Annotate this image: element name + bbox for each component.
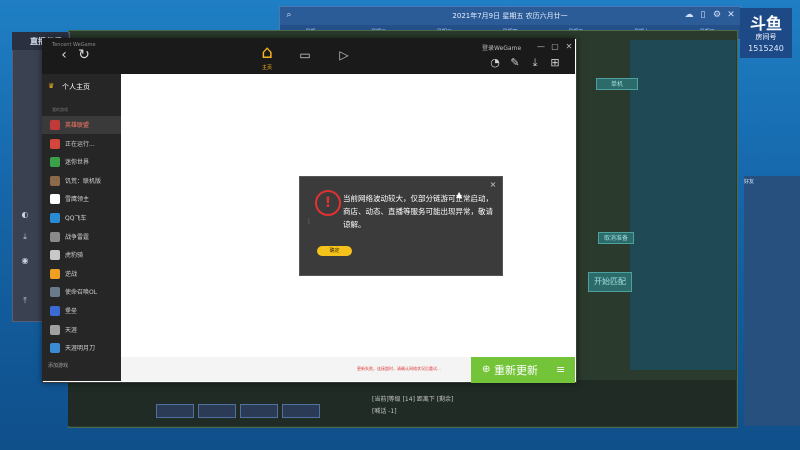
dialog-close-icon[interactable]: × [488, 180, 498, 189]
sidebar-game-item[interactable]: 正在运行... [42, 135, 121, 153]
weather-icon[interactable]: ☁ [684, 10, 694, 20]
crown-icon: ♛ [48, 82, 55, 90]
update-button-label: 重新更新 [494, 364, 538, 377]
sidebar-game-label: 正在运行... [65, 140, 95, 148]
gift-icon[interactable]: ⊞ [548, 56, 562, 69]
game-bottom-bar [68, 380, 736, 426]
game-bottom-button[interactable] [198, 404, 236, 418]
refresh-icon: ⊕ [482, 364, 491, 375]
game-icon [50, 157, 60, 168]
phone-icon[interactable]: ▯ [698, 10, 708, 20]
game-icon [50, 213, 60, 223]
settings-icon[interactable]: ⚙ [712, 10, 722, 20]
video-icon[interactable]: ▷ [335, 48, 353, 62]
sidebar-game-item[interactable]: QQ飞车 [42, 209, 121, 227]
sidebar-game-label: 天涯 [65, 326, 78, 334]
sidebar-game-item[interactable]: 虎豹骑 [42, 246, 121, 264]
back-icon[interactable]: ‹ [54, 48, 74, 62]
friends-tab[interactable]: 好友 [744, 178, 764, 186]
start-match-button[interactable]: 开始匹配 [588, 272, 632, 292]
home-tab-label[interactable]: 主页 [254, 64, 280, 71]
sidebar-game-item[interactable]: 堡垒 [42, 302, 121, 320]
cancel-ready-button[interactable]: 取消准备 [598, 232, 634, 244]
game-icon [50, 324, 60, 335]
sidebar-game-label: 雪鹰领主 [65, 196, 90, 204]
sidebar-game-item[interactable]: 战争雷霆 [42, 228, 121, 246]
upload-icon[interactable]: ⤒ [20, 296, 30, 306]
dialog-ok-button[interactable]: 确定 [317, 246, 352, 256]
dialog-message: 当前网络波动较大，仅部分链游可正常启动，商店、动态、直播等服务可能出现异常，敬请… [343, 194, 493, 229]
download-icon[interactable]: ⤓ [20, 232, 30, 242]
sidebar-game-label: 英雄联盟 [65, 122, 90, 129]
game-icon [50, 343, 60, 354]
game-icon [50, 194, 60, 205]
sidebar-game-item[interactable]: 迷你世界 [42, 153, 121, 171]
stream-logo: 斗鱼 [749, 14, 782, 33]
game-side-panel [630, 40, 736, 370]
close-icon[interactable]: ✕ [564, 42, 574, 51]
room-id: 1515240 [748, 44, 784, 53]
personal-page-link[interactable]: 个人主页 [62, 82, 90, 92]
add-game-link[interactable]: 添加游戏 [48, 362, 68, 369]
game-bottom-button[interactable] [156, 404, 194, 418]
sidebar-game-label: 堡垒 [65, 308, 78, 315]
sidebar-game-label: 虎豹骑 [65, 252, 84, 260]
close-icon[interactable]: ✕ [726, 10, 736, 20]
game-icon [50, 138, 60, 149]
sidebar-game-item[interactable]: 逆战 [42, 265, 121, 283]
friends-panel [744, 176, 800, 426]
game-icon [50, 287, 60, 298]
minimize-icon[interactable]: — [536, 42, 546, 51]
menu-icon[interactable]: ≡ [556, 363, 565, 376]
game-chat-input[interactable]: [喊话 -1] [372, 406, 397, 415]
sidebar-game-label: 战争雷霆 [65, 233, 90, 241]
sidebar-game-item[interactable]: 天涯 [42, 321, 121, 339]
game-icon [50, 231, 60, 242]
maximize-icon[interactable]: ▢ [550, 42, 560, 51]
sidebar-game-label: 使命召唤OL [65, 289, 98, 297]
game-chat-line: [当前]等级 [14] 距离下 [剩余] [372, 396, 454, 403]
room-label: 房间号 [755, 33, 777, 41]
update-error-text: 更新失败，连接超时，请确认网络状况后重试... [357, 366, 441, 371]
game-bottom-button[interactable] [282, 404, 320, 418]
sidebar-game-item[interactable]: 使命召唤OL [42, 283, 121, 301]
sidebar-game-item[interactable]: 英雄联盟 [42, 116, 121, 134]
refresh-icon[interactable]: ↻ [74, 48, 94, 62]
warning-icon: ! [315, 190, 341, 216]
avatar-icon[interactable]: ◔ [488, 56, 502, 69]
game-bottom-button[interactable] [240, 404, 278, 418]
sidebar-game-label: QQ飞车 [65, 215, 87, 222]
sidebar-game-item[interactable]: 饥荒：联机版 [42, 172, 121, 190]
game-icon [50, 268, 60, 279]
game-icon [50, 306, 60, 316]
sidebar-game-item[interactable]: 雪鹰领主 [42, 190, 121, 208]
game-mode-button[interactable]: 单机 [596, 78, 638, 90]
store-icon[interactable]: ▭ [296, 48, 314, 62]
mouse-cursor-icon: ▲ [456, 190, 463, 199]
record-icon[interactable]: ◉ [20, 256, 30, 266]
sidebar-section-title: 我的游戏 [52, 107, 68, 112]
stream-room-widget[interactable]: 斗鱼 房间号 1515240 [740, 8, 792, 58]
sidebar-game-label: 天涯明月刀 [65, 345, 96, 353]
user-login[interactable]: 登录WeGame [482, 43, 521, 52]
download-icon[interactable]: ⤓ [528, 56, 542, 70]
sidebar-game-label: 逆战 [65, 270, 78, 278]
game-icon [50, 175, 60, 186]
calendar-date: 2021年7月9日 星期五 农历六月廿一 [452, 12, 568, 20]
game-icon [50, 250, 60, 261]
friends-icon[interactable]: ✎ [508, 56, 522, 69]
sidebar-game-label: 迷你世界 [65, 159, 90, 167]
sidebar-game-label: 饥荒：联机版 [65, 177, 102, 185]
sidebar-game-item[interactable]: 天涯明月刀 [42, 339, 121, 357]
capture-icon[interactable]: ◐ [20, 210, 30, 220]
calendar-header: ⌕ 2021年7月9日 星期五 农历六月廿一 ☁ ▯ ⚙ ✕ [280, 7, 740, 25]
game-icon [50, 120, 60, 130]
info-icon: ⋮ [306, 218, 312, 225]
